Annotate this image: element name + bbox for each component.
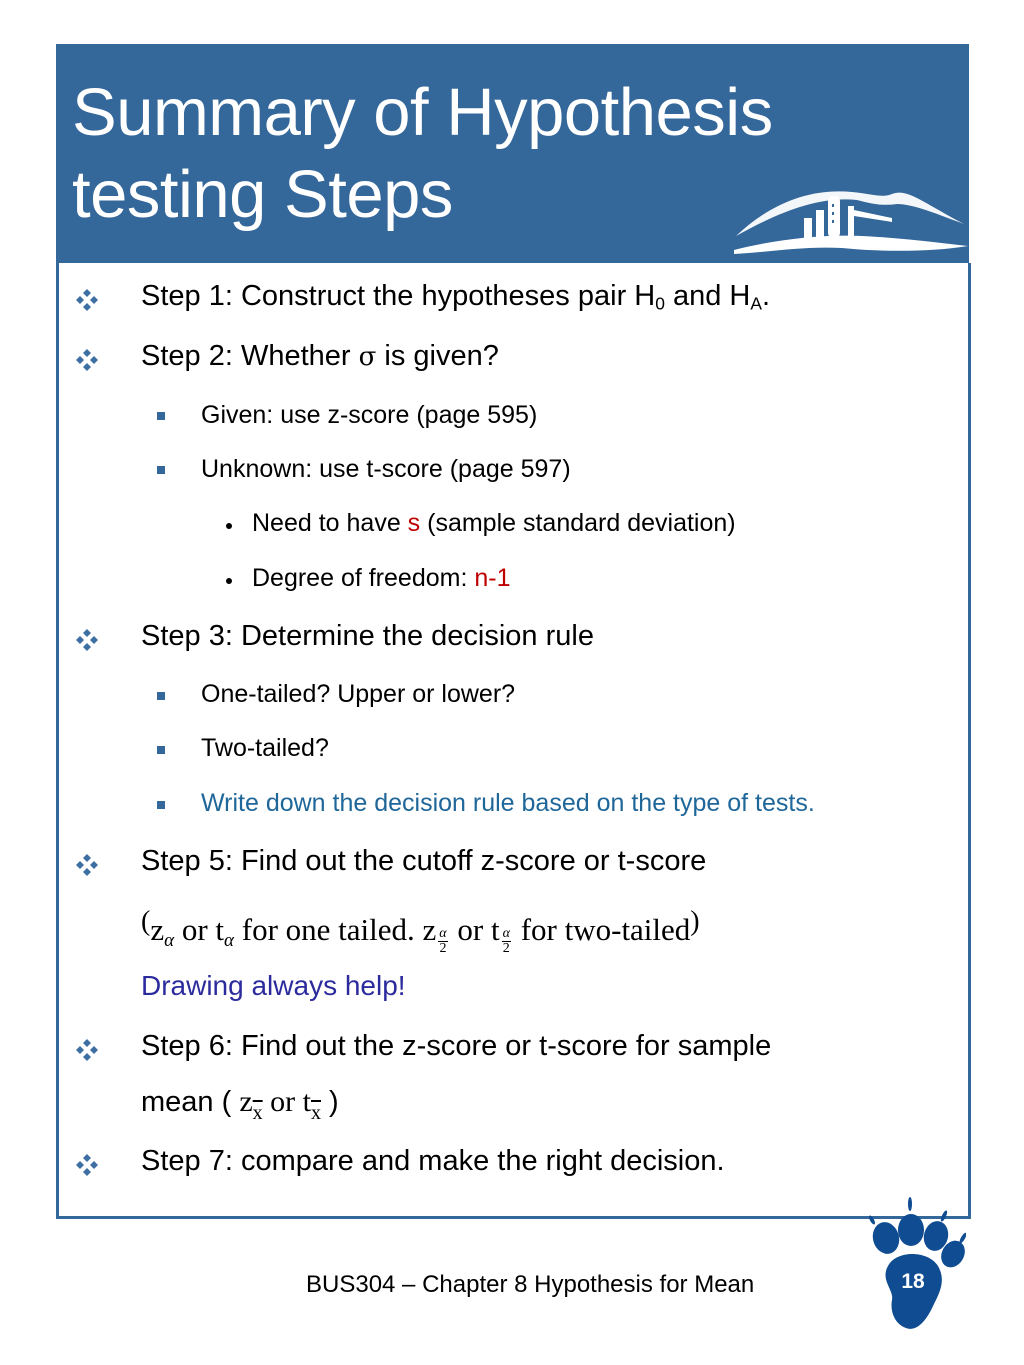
formula-z: z [150,912,165,947]
cutoff-formula: (zα or tα for one tailed. zα2 or tα2 for… [141,906,700,956]
frac-den: 2 [439,941,447,957]
footer-course-label: BUS304 – Chapter 8 Hypothesis for Mean [306,1271,755,1298]
step-6-mean: mean ( [141,1086,240,1118]
need-pre: Need to have [252,509,408,537]
given-item: Given: use z-score (page 595) [201,401,538,429]
formula-alpha: α [164,930,175,951]
formula-or: or [174,912,216,947]
step-6: Step 6: Find out the z-score or t-score … [141,1030,772,1062]
slide-header: Summary of Hypothesis testing Steps [56,44,969,263]
formula-open-paren: ( [141,906,151,937]
step-2-pre: Step 2: Whether [141,340,359,372]
square-bullet-icon [157,746,165,754]
step-2: Step 2: Whether σ is given? [141,340,499,373]
x-bar: x [311,1102,321,1124]
need-s-highlight: s [407,509,421,537]
unknown-item: Unknown: use t-score (page 597) [201,455,571,483]
slide-title: Summary of Hypothesis testing Steps [72,72,773,236]
write-down-item: Write down the decision rule based on th… [201,789,815,817]
alpha-over-2: α2 [438,926,448,957]
formula-z2: z [422,912,437,947]
title-line-1: Summary of Hypothesis [72,75,773,150]
dot-bullet-icon [226,523,232,529]
square-bullet-icon [157,412,165,420]
step-3: Step 3: Determine the decision rule [141,620,594,652]
frac-num: α [438,926,448,943]
square-bullet-icon [157,692,165,700]
dof-item: Degree of freedom: n-1 [252,564,510,593]
square-bullet-icon [157,801,165,809]
step-1: Step 1: Construct the hypotheses pair H0… [141,280,770,313]
formula-t2: t [490,912,500,947]
page-number: 18 [901,1270,925,1293]
diamond-bullet-icon [76,1154,98,1176]
formula-or2: or [449,912,491,947]
subscript-a: A [750,293,762,314]
frac-num: α [501,926,511,943]
formula-close-paren: ) [690,906,700,937]
x-bar: x [252,1102,263,1124]
formula-two-tailed: for two-tailed [512,912,691,947]
step-6-or: or [262,1085,303,1118]
drawing-note: Drawing always help! [141,970,406,1001]
paw-print-icon [868,1197,966,1329]
two-tailed-item: Two-tailed? [201,734,329,762]
diamond-bullet-icon [76,349,98,371]
need-s-item: Need to have s (sample standard deviatio… [252,509,736,538]
step-1-end: . [761,280,771,312]
frac-den: 2 [502,941,510,957]
formula-alpha: α [224,930,235,951]
step-1-text: Step 1: Construct the hypotheses pair H [141,280,656,312]
step-6-line-2: mean ( zx or tx ) [141,1085,339,1124]
formula-t: t [215,912,225,947]
diamond-bullet-icon [76,629,98,651]
sigma-symbol: σ [358,342,377,372]
diamond-bullet-icon [76,289,98,311]
dof-pre: Degree of freedom: [252,564,475,592]
step-6-t: t [302,1085,311,1118]
dot-bullet-icon [226,578,232,584]
university-logo-icon [734,191,968,254]
one-tailed-item: One-tailed? Upper or lower? [201,680,516,708]
dof-value: n-1 [474,564,511,592]
step-6-z: z [239,1085,253,1118]
step-2-post: is given? [376,340,499,372]
step-6-close: ) [321,1086,339,1118]
diamond-bullet-icon [76,1039,98,1061]
square-bullet-icon [157,466,165,474]
step-1-mid: and H [664,280,751,312]
formula-one-tailed: for one tailed. [234,912,423,947]
subscript-0: 0 [655,293,665,314]
diamond-bullet-icon [76,854,98,876]
step-7: Step 7: compare and make the right decis… [141,1145,725,1177]
title-line-2: testing Steps [72,157,453,232]
need-post: (sample standard deviation) [420,509,736,537]
alpha-over-2: α2 [501,926,511,957]
step-5: Step 5: Find out the cutoff z-score or t… [141,845,707,877]
